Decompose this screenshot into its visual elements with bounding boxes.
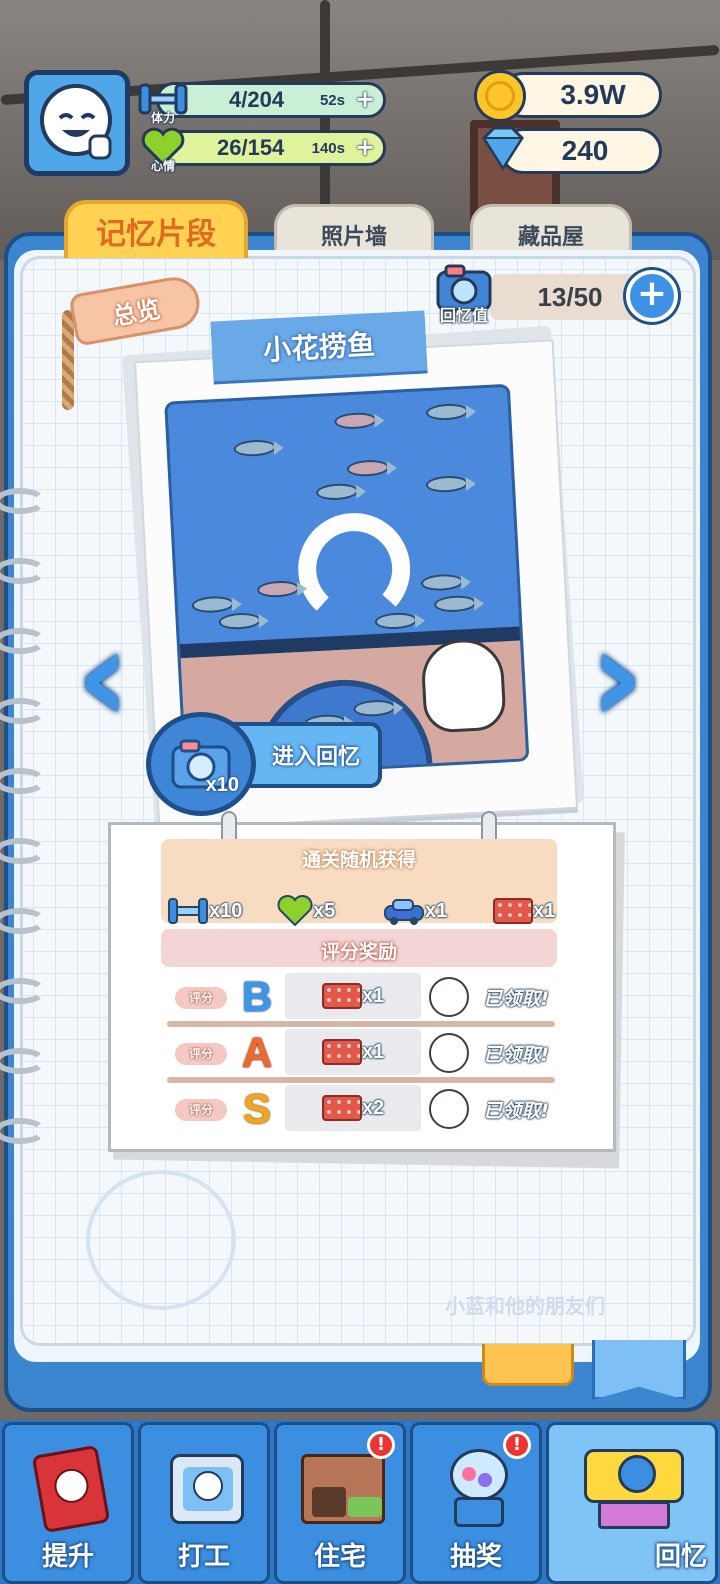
score-reward-s: x2 [285,1085,421,1131]
heart-icon [277,895,313,927]
instant-camera-icon [579,1447,689,1531]
score-row-s: 评分 S x2 已领取! [163,1085,559,1135]
smiley-face-icon [429,977,469,1017]
avatar-face-icon [40,84,112,160]
score-row-a: 评分 A x1 已领取! [163,1029,559,1083]
tab-collection-room-label: 藏品屋 [517,224,584,250]
nav-upgrade[interactable]: 提升 [2,1422,134,1584]
id-badge-icon [165,1447,249,1531]
score-label: 评分 [175,987,227,1009]
mood-plus-button[interactable]: + [353,135,377,160]
score-row-b: 评分 B x1 已领取! [163,973,559,1027]
smiley-face-icon [429,1033,469,1073]
nav-memory-label: 回忆 [654,1542,707,1572]
stamina-icon: 体力 [136,76,190,125]
red-brick-icon [321,1039,362,1065]
score-reward-a: x1 [285,1029,421,1075]
memory-title-banner: 小花捞鱼 [210,310,428,382]
reward-card: 通关随机获得 x10 x5 x1 x1 评分奖励 评分 B x1 已领取! 评分… [108,811,616,1152]
claimed-text-b: 已领取! [483,987,549,1010]
next-arrow-button[interactable]: › [582,611,652,741]
grade-a: A [241,1029,273,1076]
cat-character [420,637,507,734]
claimed-badge-s: 已领取! [429,1089,549,1129]
score-reward-b: x1 [285,973,421,1019]
nav-lottery-alert-badge: ! [503,1431,531,1459]
score-rewards-header: 评分奖励 [161,929,557,967]
reward-brick: x1 [493,891,555,931]
red-brick-icon [321,1095,362,1121]
reward-heart-count: x5 [313,899,336,922]
add-memory-value-button[interactable]: + [626,270,678,322]
red-brick-icon [321,983,362,1009]
reward-car-count: x1 [425,899,448,922]
claimed-text-s: 已领取! [483,1099,549,1122]
tag-rope [62,310,74,410]
player-avatar[interactable] [24,70,130,176]
stamina-bar: 4/204 52s + [156,82,386,118]
tab-memory-fragments[interactable]: 记忆片段 [64,200,248,258]
memory-value-label: 回忆值 [439,306,489,325]
stamina-plus-button[interactable]: + [353,87,377,112]
nav-lottery-label: 抽奖 [449,1542,502,1572]
mood-value: 26/154 [217,135,285,160]
diamond-icon[interactable] [476,124,530,174]
nav-house-label: 住宅 [313,1542,366,1572]
mood-bar: 26/154 140s + [156,130,386,166]
coin-value: 3.9W [560,79,626,110]
claimed-text-a: 已领取! [483,1043,549,1066]
nav-lottery[interactable]: ! 抽奖 [410,1422,542,1584]
gacha-machine-icon [437,1447,521,1531]
reward-dumbbell-count: x10 [209,899,243,922]
bookmark-orange [482,1344,574,1386]
score-label: 评分 [175,1043,227,1065]
dumbbell-icon [168,898,208,924]
blue-car-icon [384,899,424,925]
claimed-badge-a: 已领取! [429,1033,549,1073]
mood-timer: 140s [311,139,345,157]
grade-b: B [241,973,273,1020]
memory-title: 小花捞鱼 [262,328,376,367]
score-reward-s-count: x2 [361,1096,385,1119]
reward-car: x1 [383,891,447,931]
tab-photo-wall-label: 照片墙 [320,224,387,250]
stamina-timer: 52s [319,91,345,109]
previous-arrow-button[interactable]: ‹ [68,611,138,741]
overview-tag-label: 总览 [110,294,163,331]
tab-memory-fragments-label: 记忆片段 [96,217,216,252]
reward-brick-count: x1 [533,899,556,922]
smiley-face-icon [429,1089,469,1129]
memory-camera-icon: 回忆值 [432,262,496,325]
nav-upgrade-label: 提升 [41,1542,94,1572]
coin-icon[interactable] [474,70,526,122]
nav-memory[interactable]: 回忆 [546,1422,718,1584]
claimed-badge-b: 已领取! [429,977,549,1017]
score-reward-a-count: x1 [361,1040,385,1063]
mood-icon: 心情 [136,124,190,173]
reward-dumbbell: x10 [167,891,242,931]
diamond-value: 240 [561,135,609,166]
memory-value-text: 13/50 [537,281,603,312]
clear-rewards-title: 通关随机获得 [301,849,416,871]
enter-memory-camera-icon[interactable]: x10 [146,712,256,816]
red-book-icon [29,1444,113,1534]
watermark-caption: 小蓝和他的朋友们 [445,1294,605,1318]
watermark-face-icon [86,1170,236,1310]
reward-heart: x5 [277,891,335,931]
nav-work[interactable]: 打工 [138,1422,270,1584]
house-room-icon [301,1447,385,1531]
score-rewards-title: 评分奖励 [320,941,397,963]
mood-label: 心情 [150,159,176,173]
nav-house-alert-badge: ! [367,1431,395,1459]
enter-memory-label: 进入回忆 [271,745,360,770]
enter-memory-cost: x10 [205,774,239,796]
clear-rewards-panel: 通关随机获得 x10 x5 x1 x1 [161,839,557,927]
grade-s: S [242,1085,271,1132]
stamina-value: 4/204 [229,87,285,112]
score-reward-b-count: x1 [361,984,385,1007]
nav-house[interactable]: ! 住宅 [274,1422,406,1584]
score-label: 评分 [175,1099,227,1121]
red-brick-icon [493,898,533,924]
nav-work-label: 打工 [177,1542,230,1572]
